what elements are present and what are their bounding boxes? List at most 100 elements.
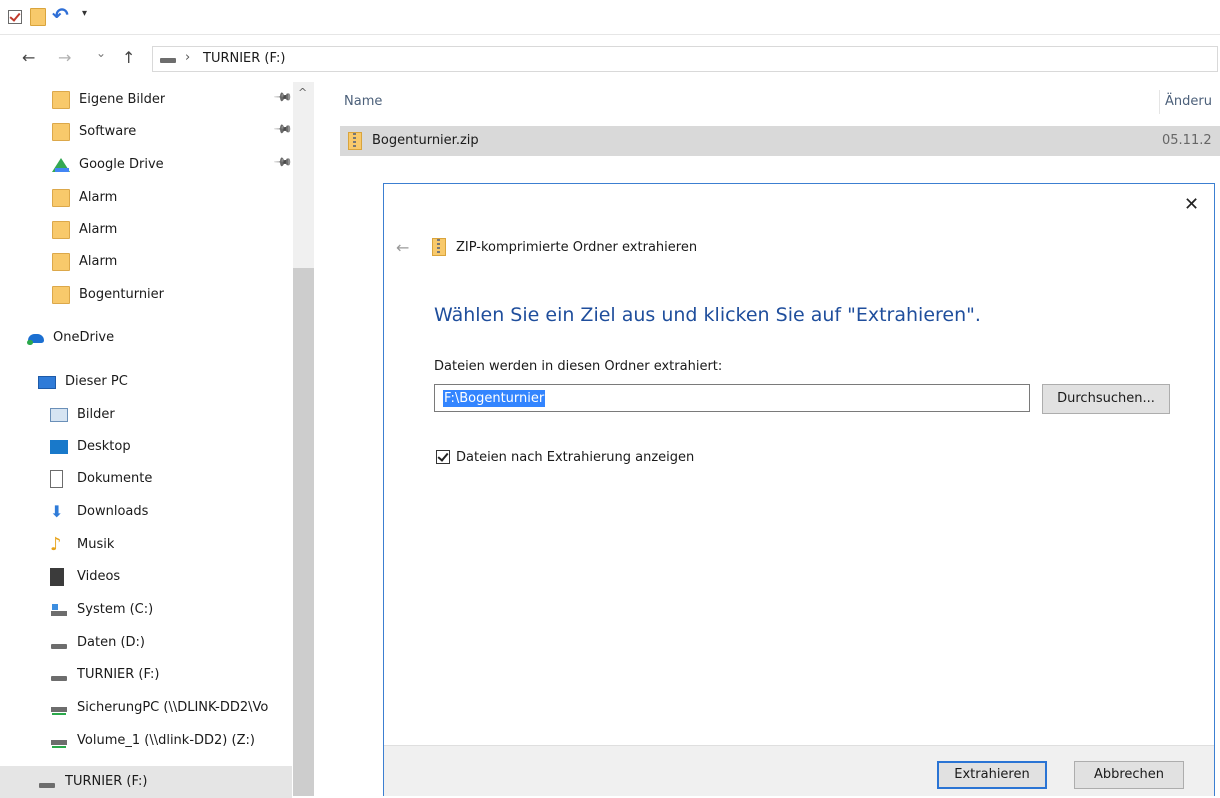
file-date: 05.11.2: [1162, 133, 1212, 148]
file-name: Bogenturnier.zip: [372, 133, 479, 148]
zip-folder-icon: [432, 238, 446, 256]
documents-icon: [50, 470, 63, 488]
navigation-bar: ← → ⌄ ↑ › TURNIER (F:): [0, 44, 1220, 74]
target-folder-label: Dateien werden in diesen Ordner extrahie…: [434, 359, 723, 374]
sidebar-item-label: Volume_1 (\\dlink-DD2) (Z:): [77, 733, 255, 748]
sidebar-item[interactable]: Volume_1 (\\dlink-DD2) (Z:): [0, 725, 292, 757]
sidebar-item[interactable]: Bogenturnier: [0, 279, 292, 311]
sidebar-item-label: OneDrive: [53, 330, 115, 345]
sidebar-item-label: Dieser PC: [65, 374, 128, 389]
customize-dropdown-icon[interactable]: ▾: [82, 8, 87, 19]
sidebar-item[interactable]: Eigene Bilder 📌: [0, 84, 294, 116]
sidebar-item[interactable]: Dokumente: [0, 463, 292, 495]
folder-icon: [52, 221, 70, 239]
new-folder-icon[interactable]: [30, 8, 46, 26]
target-folder-value: F:\Bogenturnier: [443, 390, 546, 407]
sidebar-item-label: Bilder: [77, 407, 115, 422]
column-header-row: Name Änderu: [342, 90, 1220, 114]
sidebar-item[interactable]: Alarm: [0, 214, 292, 246]
dialog-title: ZIP-komprimierte Ordner extrahieren: [456, 240, 698, 255]
breadcrumb-drive[interactable]: TURNIER (F:): [203, 51, 285, 66]
address-bar[interactable]: › TURNIER (F:): [152, 46, 1218, 72]
sidebar-item-label: Alarm: [79, 254, 118, 269]
sidebar-item[interactable]: Google Drive 📌: [0, 149, 294, 181]
videos-icon: [50, 568, 64, 586]
folder-icon: [52, 91, 70, 109]
close-icon[interactable]: ✕: [1184, 194, 1199, 215]
sidebar-item[interactable]: Daten (D:): [0, 627, 292, 659]
show-files-checkbox[interactable]: [436, 450, 450, 464]
forward-button[interactable]: →: [58, 48, 71, 67]
sidebar-item-label: Desktop: [77, 439, 131, 454]
sidebar-item-label: Downloads: [77, 504, 149, 519]
drive-icon: [50, 634, 68, 652]
sidebar-item[interactable]: SicherungPC (\\DLINK-DD2\Vo: [0, 692, 292, 724]
network-drive-icon: [50, 732, 68, 750]
drive-icon: [38, 773, 56, 791]
sidebar-item-label: Videos: [77, 569, 121, 584]
column-header-date[interactable]: Änderu: [1165, 94, 1212, 109]
sidebar-item-label: Software: [79, 124, 137, 139]
sidebar-item[interactable]: Alarm: [0, 182, 292, 214]
sidebar-item-label: Alarm: [79, 222, 118, 237]
file-row[interactable]: Bogenturnier.zip 05.11.2: [340, 126, 1220, 156]
pin-icon[interactable]: 📌: [273, 87, 293, 107]
system-drive-icon: [50, 601, 68, 619]
sidebar-item[interactable]: Desktop: [0, 431, 292, 463]
sidebar-item[interactable]: ⬇ Downloads: [0, 496, 292, 528]
scroll-up-icon[interactable]: ^: [298, 86, 307, 99]
sidebar-item[interactable]: System (C:): [0, 594, 292, 626]
sidebar-item[interactable]: TURNIER (F:): [0, 659, 292, 691]
sidebar-item-label: TURNIER (F:): [65, 774, 148, 789]
scrollbar-thumb[interactable]: [293, 268, 314, 796]
column-header-name[interactable]: Name: [344, 94, 382, 109]
folder-icon: [52, 123, 70, 141]
google-drive-icon: [52, 156, 70, 174]
cancel-button[interactable]: Abbrechen: [1074, 761, 1184, 789]
folder-icon: [52, 253, 70, 271]
desktop-icon: [50, 440, 68, 454]
sidebar-item-label: TURNIER (F:): [77, 667, 160, 682]
sidebar-item-label: Alarm: [79, 190, 118, 205]
zip-folder-icon: [348, 132, 362, 150]
sidebar-item-label: Daten (D:): [77, 635, 145, 650]
sidebar-item[interactable]: Dieser PC: [0, 366, 292, 398]
sidebar-item[interactable]: ♪ Musik: [0, 529, 292, 561]
drive-icon: [160, 58, 176, 63]
computer-icon: [38, 376, 56, 389]
sidebar-item-label: Dokumente: [77, 471, 153, 486]
sidebar-item-label: Eigene Bilder: [79, 92, 166, 107]
column-divider[interactable]: [1159, 90, 1160, 114]
music-icon: ♪: [50, 534, 62, 555]
sidebar-item-label: Bogenturnier: [79, 287, 165, 302]
navigation-pane: Eigene Bilder 📌 Software 📌 Google Drive 📌 Alar…: [0, 82, 314, 798]
dialog-back-button[interactable]: ←: [396, 238, 409, 257]
drive-icon: [50, 666, 68, 684]
pictures-icon: [50, 408, 68, 422]
pin-icon[interactable]: 📌: [273, 152, 293, 172]
up-button[interactable]: ↑: [122, 48, 135, 67]
quick-access-toolbar: ↶ ▾: [0, 0, 1220, 35]
sidebar-item[interactable]: TURNIER (F:): [0, 766, 292, 798]
sidebar-item-label: SicherungPC (\\DLINK-DD2\Vo: [77, 700, 269, 715]
undo-icon[interactable]: ↶: [52, 4, 69, 26]
extract-button[interactable]: Extrahieren: [937, 761, 1047, 789]
show-files-label[interactable]: Dateien nach Extrahierung anzeigen: [456, 450, 694, 465]
target-folder-input[interactable]: F:\Bogenturnier: [434, 384, 1030, 412]
recent-locations-dropdown[interactable]: ⌄: [96, 46, 106, 60]
sidebar-item[interactable]: Alarm: [0, 246, 292, 278]
back-button[interactable]: ←: [22, 48, 35, 67]
sidebar-item-label: Musik: [77, 537, 115, 552]
sidebar-item[interactable]: Bilder: [0, 399, 292, 431]
sidebar-item[interactable]: OneDrive: [0, 322, 292, 354]
onedrive-icon: [26, 329, 44, 347]
extract-dialog: ✕ ← ZIP-komprimierte Ordner extrahieren …: [383, 183, 1215, 796]
pin-icon[interactable]: 📌: [273, 119, 293, 139]
properties-check-icon[interactable]: [8, 10, 22, 24]
sidebar-scrollbar[interactable]: ^: [293, 82, 314, 796]
sidebar-item[interactable]: Videos: [0, 561, 292, 593]
breadcrumb-separator: ›: [185, 50, 191, 65]
browse-button[interactable]: Durchsuchen...: [1042, 384, 1170, 414]
sidebar-item[interactable]: Software 📌: [0, 116, 294, 148]
dialog-footer: Extrahieren Abbrechen: [384, 745, 1214, 796]
